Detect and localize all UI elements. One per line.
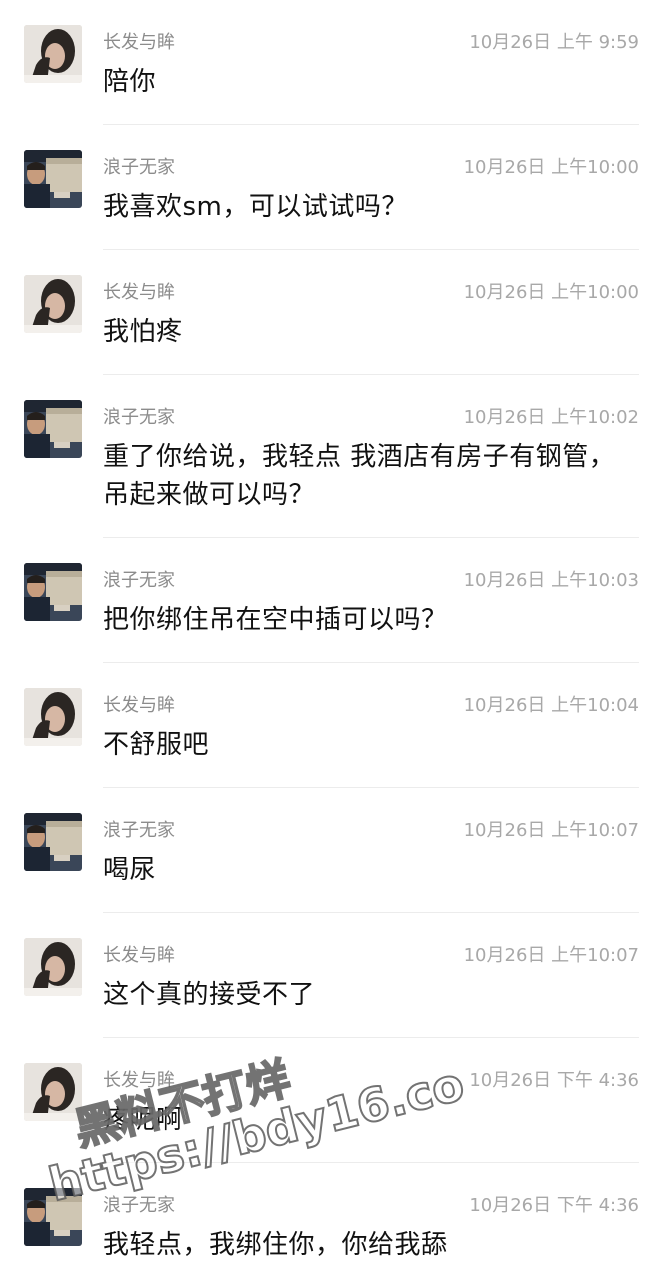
message-text: 疼呢啊 <box>103 1105 183 1135</box>
timestamp: 10月26日 上午10:00 <box>463 282 639 303</box>
message-text: 我怕疼 <box>103 317 183 347</box>
message-text: 喝尿 <box>103 855 157 885</box>
avatar[interactable] <box>24 25 82 83</box>
divider <box>103 787 639 788</box>
avatar[interactable] <box>24 1188 82 1246</box>
divider <box>103 124 639 125</box>
timestamp: 10月26日 上午10:03 <box>463 570 639 591</box>
avatar[interactable] <box>24 813 82 871</box>
sender-name: 长发与眸 <box>103 945 175 966</box>
message-text: 我轻点，我绑住你，你给我舔 <box>103 1230 448 1260</box>
divider <box>103 662 639 663</box>
divider <box>103 537 639 538</box>
sender-name: 浪子无家 <box>103 407 175 428</box>
divider <box>103 912 639 913</box>
timestamp: 10月26日 下午 4:36 <box>469 1195 639 1216</box>
timestamp: 10月26日 上午 9:59 <box>469 32 639 53</box>
message-text: 陪你 <box>103 67 157 97</box>
sender-name: 浪子无家 <box>103 570 175 591</box>
avatar[interactable] <box>24 150 82 208</box>
sender-name: 浪子无家 <box>103 157 175 178</box>
timestamp: 10月26日 上午10:07 <box>463 820 639 841</box>
message-text: 重了你给说，我轻点 我酒店有房子有钢管，吊起来做可以吗？ <box>103 442 616 510</box>
sender-name: 浪子无家 <box>103 820 175 841</box>
avatar[interactable] <box>24 938 82 996</box>
sender-name: 长发与眸 <box>103 1070 175 1091</box>
avatar[interactable] <box>24 275 82 333</box>
sender-name: 长发与眸 <box>103 282 175 303</box>
avatar[interactable] <box>24 563 82 621</box>
timestamp: 10月26日 下午 4:36 <box>469 1070 639 1091</box>
timestamp: 10月26日 上午10:04 <box>463 695 639 716</box>
divider <box>103 249 639 250</box>
divider <box>103 1037 639 1038</box>
sender-name: 浪子无家 <box>103 1195 175 1216</box>
message-text: 把你绑住吊在空中插可以吗？ <box>103 605 448 635</box>
message-text: 不舒服吧 <box>103 730 210 760</box>
sender-name: 长发与眸 <box>103 695 175 716</box>
timestamp: 10月26日 上午10:07 <box>463 945 639 966</box>
timestamp: 10月26日 上午10:02 <box>463 407 639 428</box>
avatar[interactable] <box>24 688 82 746</box>
divider <box>103 374 639 375</box>
sender-name: 长发与眸 <box>103 32 175 53</box>
message-list: 长发与眸 10月26日 上午 9:59 陪你 浪子无家 10月26日 上午10:… <box>0 0 666 1280</box>
timestamp: 10月26日 上午10:00 <box>463 157 639 178</box>
avatar[interactable] <box>24 1063 82 1121</box>
message-text: 这个真的接受不了 <box>103 980 316 1010</box>
avatar[interactable] <box>24 400 82 458</box>
message-text: 我喜欢sm，可以试试吗？ <box>103 192 408 222</box>
divider <box>103 1162 639 1163</box>
